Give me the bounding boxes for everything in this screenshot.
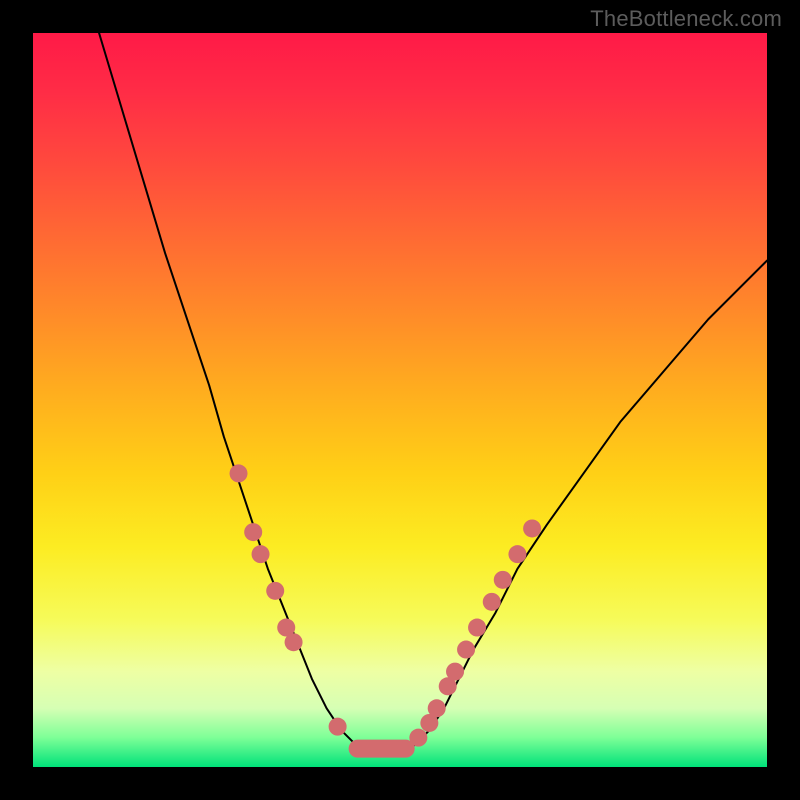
plot-area xyxy=(33,33,767,767)
curve-lines xyxy=(99,33,767,752)
chart-frame: TheBottleneck.com xyxy=(0,0,800,800)
marker-right-9 xyxy=(508,545,526,563)
marker-right-0 xyxy=(409,729,427,747)
curve-svg xyxy=(33,33,767,767)
marker-left-3 xyxy=(266,582,284,600)
marker-right-5 xyxy=(457,641,475,659)
curve-markers xyxy=(230,464,542,746)
watermark-text: TheBottleneck.com xyxy=(590,6,782,32)
marker-right-6 xyxy=(468,619,486,637)
marker-right-2 xyxy=(428,699,446,717)
marker-right-8 xyxy=(494,571,512,589)
marker-right-4 xyxy=(446,663,464,681)
marker-left-0 xyxy=(230,464,248,482)
marker-left-1 xyxy=(244,523,262,541)
plateau-pill xyxy=(349,740,415,758)
marker-right-7 xyxy=(483,593,501,611)
bottleneck-curve xyxy=(99,33,767,752)
marker-left-2 xyxy=(252,545,270,563)
marker-right-10 xyxy=(523,519,541,537)
marker-left-6 xyxy=(329,718,347,736)
plateau-pill-shape xyxy=(349,740,415,758)
marker-left-5 xyxy=(285,633,303,651)
